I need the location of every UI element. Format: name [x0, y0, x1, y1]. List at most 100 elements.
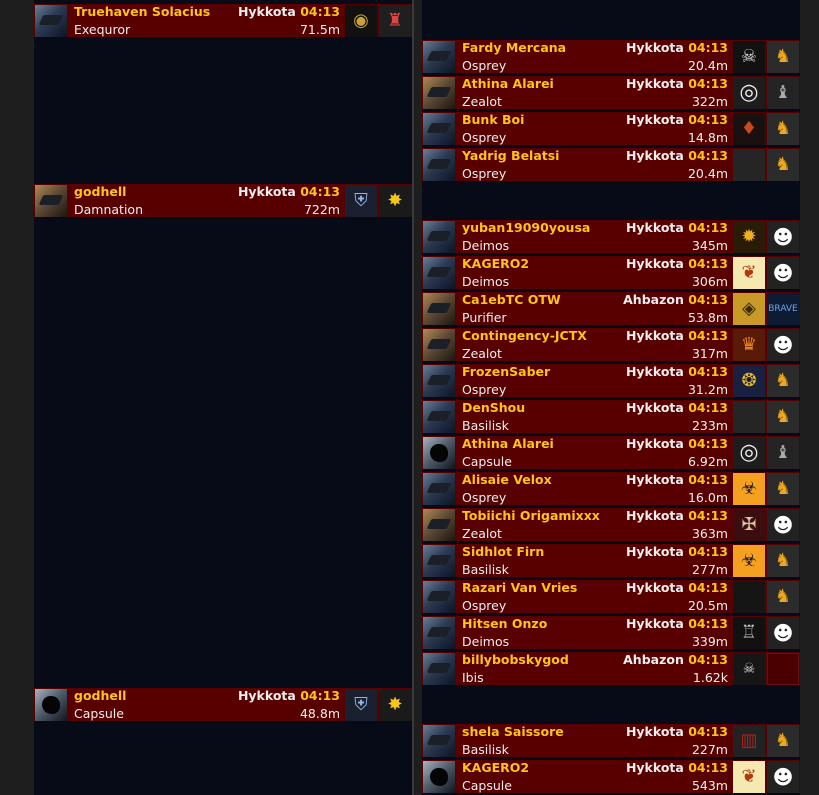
kill-row[interactable]: DenShou Basilisk Hykkota 04:13 233m	[422, 400, 800, 434]
alliance-logo-icon[interactable]	[767, 581, 799, 613]
alliance-logo-icon[interactable]	[767, 401, 799, 433]
corp-logo-icon[interactable]	[733, 365, 765, 397]
corp-logo-icon[interactable]	[733, 581, 765, 613]
corp-logo-icon[interactable]	[733, 761, 765, 793]
corp-logo-icon[interactable]	[733, 329, 765, 361]
system-name: Hykkota	[625, 508, 684, 523]
kill-row[interactable]: Yadrig Belatsi Osprey Hykkota 04:13 20.4…	[422, 148, 800, 182]
kill-row[interactable]: Bunk Boi Osprey Hykkota 04:13 14.8m	[422, 112, 800, 146]
pilot-name[interactable]: Fardy Mercana	[462, 40, 566, 55]
time-stamp: 04:13	[688, 292, 728, 307]
corp-logo-icon[interactable]	[345, 5, 377, 37]
kill-row[interactable]: godhell Damnation Hykkota 04:13 722m	[34, 184, 412, 218]
pilot-name[interactable]: Truehaven Solacius	[74, 4, 210, 19]
pilot-name[interactable]: yuban19090yousa	[462, 220, 590, 235]
corp-logo-icon[interactable]	[345, 689, 377, 721]
kill-row[interactable]: Sidhlot Firn Basilisk Hykkota 04:13 277m	[422, 544, 800, 578]
alliance-logo-icon[interactable]	[767, 473, 799, 505]
kill-row[interactable]: shela Saissore Basilisk Hykkota 04:13 22…	[422, 724, 800, 758]
pilot-name[interactable]: Hitsen Onzo	[462, 616, 547, 631]
system-time: Hykkota 04:13	[626, 328, 728, 343]
alliance-logo-icon[interactable]	[767, 221, 799, 253]
alliance-logo-icon[interactable]	[767, 545, 799, 577]
alliance-logo-icon[interactable]	[767, 617, 799, 649]
alliance-logo-icon[interactable]	[767, 41, 799, 73]
alliance-logo-icon[interactable]	[379, 689, 411, 721]
alliance-logo-icon[interactable]	[767, 113, 799, 145]
alliance-logo-icon[interactable]	[767, 761, 799, 793]
corp-logo-icon[interactable]	[733, 401, 765, 433]
pilot-name[interactable]: godhell	[74, 688, 126, 703]
corp-logo-icon[interactable]	[733, 725, 765, 757]
system-time: Ahbazon 04:13	[623, 652, 728, 667]
corp-logo-icon[interactable]	[733, 509, 765, 541]
corp-logo-icon[interactable]	[733, 41, 765, 73]
kill-row[interactable]: Athina Alarei Capsule Hykkota 04:13 6.92…	[422, 436, 800, 470]
alliance-logo-icon[interactable]	[767, 293, 799, 325]
pilot-name[interactable]: KAGERO2	[462, 760, 529, 775]
corp-logo-icon[interactable]	[733, 617, 765, 649]
kill-row[interactable]: FrozenSaber Osprey Hykkota 04:13 31.2m	[422, 364, 800, 398]
alliance-logo-icon[interactable]	[767, 509, 799, 541]
corp-logo-icon[interactable]	[733, 545, 765, 577]
system-name: Hykkota	[625, 256, 684, 271]
pilot-name[interactable]: Tobiichi Origamixxx	[462, 508, 600, 523]
kill-row[interactable]: Alisaie Velox Osprey Hykkota 04:13 16.0m	[422, 472, 800, 506]
pilot-name[interactable]: Yadrig Belatsi	[462, 148, 559, 163]
alliance-logo-icon[interactable]	[767, 77, 799, 109]
kill-row[interactable]: godhell Capsule Hykkota 04:13 48.8m	[34, 688, 412, 722]
pilot-name[interactable]: Sidhlot Firn	[462, 544, 544, 559]
alliance-logo-icon[interactable]	[767, 329, 799, 361]
kill-row[interactable]: KAGERO2 Deimos Hykkota 04:13 306m	[422, 256, 800, 290]
ship-name: Zealot	[462, 346, 502, 361]
pilot-name[interactable]: Razari Van Vries	[462, 580, 577, 595]
kill-row[interactable]: Ca1ebTC OTW Purifier Ahbazon 04:13 53.8m	[422, 292, 800, 326]
corp-logo-icon[interactable]	[345, 185, 377, 217]
system-name: Hykkota	[625, 76, 684, 91]
time-stamp: 04:13	[688, 652, 728, 667]
pilot-name[interactable]: shela Saissore	[462, 724, 564, 739]
kill-row[interactable]: Athina Alarei Zealot Hykkota 04:13 322m	[422, 76, 800, 110]
corp-logo-icon[interactable]	[733, 257, 765, 289]
kill-row[interactable]: Hitsen Onzo Deimos Hykkota 04:13 339m	[422, 616, 800, 650]
corp-logo-icon[interactable]	[733, 221, 765, 253]
alliance-logo-icon[interactable]	[379, 185, 411, 217]
alliance-logo-icon[interactable]	[767, 365, 799, 397]
kill-row[interactable]: Tobiichi Origamixxx Zealot Hykkota 04:13…	[422, 508, 800, 542]
kill-row[interactable]: Razari Van Vries Osprey Hykkota 04:13 20…	[422, 580, 800, 614]
alliance-logo-icon[interactable]	[767, 725, 799, 757]
system-name: Hykkota	[625, 616, 684, 631]
pilot-name[interactable]: Bunk Boi	[462, 112, 524, 127]
corp-logo-icon[interactable]	[733, 149, 765, 181]
pilot-name[interactable]: Contingency-JCTX	[462, 328, 587, 343]
corp-logo-icon[interactable]	[733, 473, 765, 505]
kill-row[interactable]: Truehaven Solacius Exequror Hykkota 04:1…	[34, 4, 412, 38]
alliance-logo-icon[interactable]	[379, 5, 411, 37]
kill-row[interactable]: billybobskygod Ibis Ahbazon 04:13 1.62k	[422, 652, 800, 686]
time-stamp: 04:13	[688, 616, 728, 631]
corp-logo-icon[interactable]	[733, 293, 765, 325]
corp-logo-icon[interactable]	[733, 437, 765, 469]
alliance-logo-icon[interactable]	[767, 437, 799, 469]
kill-row[interactable]: yuban19090yousa Deimos Hykkota 04:13 345…	[422, 220, 800, 254]
kill-row[interactable]: KAGERO2 Capsule Hykkota 04:13 543m	[422, 760, 800, 794]
kill-row[interactable]: Contingency-JCTX Zealot Hykkota 04:13 31…	[422, 328, 800, 362]
kill-row[interactable]: Fardy Mercana Osprey Hykkota 04:13 20.4m	[422, 40, 800, 74]
pilot-name[interactable]: Athina Alarei	[462, 76, 554, 91]
pilot-name[interactable]: billybobskygod	[462, 652, 569, 667]
pilot-name[interactable]: Alisaie Velox	[462, 472, 552, 487]
pilot-name[interactable]: godhell	[74, 184, 126, 199]
alliance-logo-icon[interactable]	[767, 653, 799, 685]
corp-logo-icon[interactable]	[733, 653, 765, 685]
pilot-name[interactable]: FrozenSaber	[462, 364, 550, 379]
alliance-logo-icon[interactable]	[767, 149, 799, 181]
pilot-name[interactable]: Athina Alarei	[462, 436, 554, 451]
alliance-logo-icon[interactable]	[767, 257, 799, 289]
pilot-name[interactable]: Ca1ebTC OTW	[462, 292, 561, 307]
corp-logo-icon[interactable]	[733, 77, 765, 109]
corp-logo-icon[interactable]	[733, 113, 765, 145]
system-time: Hykkota 04:13	[626, 40, 728, 55]
pilot-name[interactable]: KAGERO2	[462, 256, 529, 271]
time-stamp: 04:13	[688, 364, 728, 379]
pilot-name[interactable]: DenShou	[462, 400, 525, 415]
